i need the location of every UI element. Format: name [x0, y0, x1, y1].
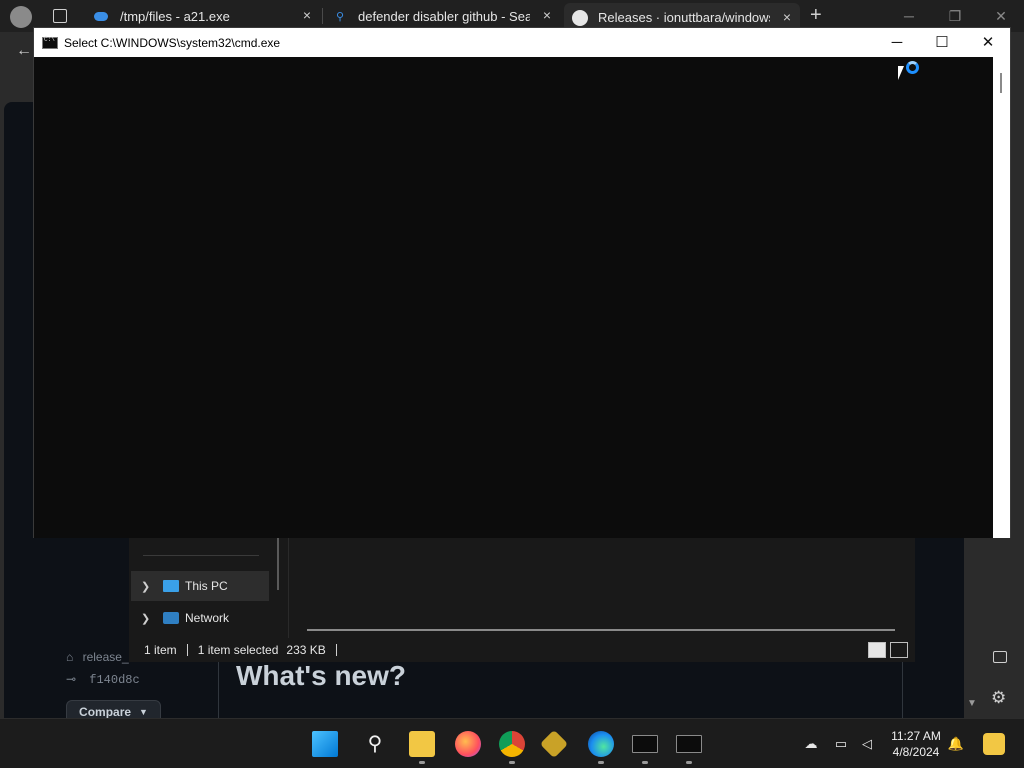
large-icons-view-icon[interactable]	[890, 642, 908, 658]
console-scrollbar[interactable]	[993, 57, 1010, 538]
file-explorer-icon[interactable]	[409, 731, 435, 757]
clock-time: 11:27 AM	[891, 729, 941, 743]
tab-actions-icon[interactable]	[53, 9, 67, 23]
nav-item-network[interactable]: ❯ Network	[131, 603, 269, 633]
cloud-icon	[94, 11, 108, 21]
commit-link[interactable]: ⊸ f140d8c	[66, 672, 140, 687]
nav-item-label: Network	[185, 611, 230, 625]
selected-size: 233 KB	[286, 643, 326, 657]
nav-item-label: This PC	[185, 579, 228, 593]
mouse-cursor-icon	[898, 66, 904, 80]
scrollbar-thumb[interactable]	[1000, 73, 1002, 93]
installer-icon[interactable]	[539, 729, 569, 759]
tab-tmp-files[interactable]: /tmp/files - a21.exe ×	[88, 4, 320, 28]
scroll-down-icon[interactable]: ▼	[967, 698, 977, 709]
close-icon[interactable]: ×	[300, 8, 314, 22]
cmd-titlebar[interactable]: Select C:\WINDOWS\system32\cmd.exe ─ ☐ ✕	[34, 28, 1010, 57]
cmd-window[interactable]: Select C:\WINDOWS\system32\cmd.exe ─ ☐ ✕	[33, 27, 1011, 538]
release-heading: What's new?	[236, 660, 406, 691]
terminal-icon[interactable]	[676, 735, 702, 753]
browser-restore-icon[interactable]: ❐	[932, 4, 978, 28]
tab-search[interactable]: ⚲ defender disabler github - Search ×	[328, 4, 560, 28]
file-explorer-window: ❯ This PC ❯ Network 1 item 1 item select…	[129, 538, 915, 662]
chrome-icon[interactable]	[499, 731, 525, 757]
commit-icon: ⊸	[66, 672, 77, 686]
volume-muted-icon[interactable]: ◁	[858, 735, 876, 753]
notification-bell-icon[interactable]: 🔔	[947, 735, 965, 753]
computer-icon	[163, 580, 179, 592]
network-icon	[163, 612, 179, 624]
github-icon	[572, 9, 588, 26]
maximize-button[interactable]: ☐	[919, 28, 965, 57]
settings-gear-icon[interactable]: ⚙	[991, 688, 1006, 708]
tab-title: Releases · ionuttbara/windows-defender-r…	[598, 10, 770, 25]
console-output-area[interactable]	[34, 57, 994, 538]
edge-icon[interactable]	[588, 731, 614, 757]
nav-item-this-pc[interactable]: ❯ This PC	[131, 571, 269, 601]
profile-avatar[interactable]	[10, 6, 32, 28]
display-icon[interactable]: ▭	[832, 735, 850, 753]
sidebar-toggle-icon[interactable]	[993, 651, 1007, 663]
close-icon[interactable]: ×	[780, 10, 794, 24]
browser-close-icon[interactable]: ✕	[978, 4, 1024, 28]
selected-count: 1 item selected	[197, 643, 279, 657]
tab-title: /tmp/files - a21.exe	[120, 8, 230, 24]
copilot-icon[interactable]	[983, 733, 1005, 755]
browser-minimize-icon[interactable]: ─	[886, 4, 932, 28]
status-bar: 1 item 1 item selected 233 KB	[129, 638, 915, 662]
back-arrow-icon[interactable]: ←	[16, 42, 32, 60]
start-button[interactable]	[312, 731, 338, 757]
terminal-icon	[42, 36, 58, 49]
release-tag[interactable]: ⌂ release_	[66, 650, 129, 664]
chevron-right-icon[interactable]: ❯	[141, 612, 155, 625]
search-icon[interactable]: ⚲	[362, 731, 388, 757]
taskbar: ⚲ ☁ ▭ ◁ 11:27 AM 4/8/2024 🔔	[0, 718, 1024, 768]
cmd-title: Select C:\WINDOWS\system32\cmd.exe	[64, 35, 281, 50]
terminal-icon[interactable]	[632, 735, 658, 753]
item-count: 1 item	[144, 643, 177, 657]
tag-icon: ⌂	[66, 650, 74, 664]
close-button[interactable]: ✕	[965, 28, 1011, 57]
firefox-icon[interactable]	[455, 731, 481, 757]
chevron-down-icon: ▼	[139, 707, 148, 717]
details-view-icon[interactable]	[868, 642, 886, 658]
new-tab-button[interactable]: +	[810, 4, 822, 27]
close-icon[interactable]: ×	[540, 8, 554, 22]
horizontal-scrollbar[interactable]	[307, 629, 895, 631]
busy-spinner-icon	[906, 61, 919, 74]
minimize-button[interactable]: ─	[874, 28, 920, 57]
tab-title: defender disabler github - Search	[358, 8, 530, 24]
system-clock[interactable]: 11:27 AM 4/8/2024	[884, 728, 948, 760]
nav-pane-scrollbar[interactable]	[277, 538, 279, 590]
clock-date: 4/8/2024	[892, 745, 940, 759]
onedrive-offline-icon[interactable]: ☁	[802, 735, 820, 753]
search-icon: ⚲	[336, 10, 345, 23]
chevron-right-icon[interactable]: ❯	[141, 580, 155, 593]
